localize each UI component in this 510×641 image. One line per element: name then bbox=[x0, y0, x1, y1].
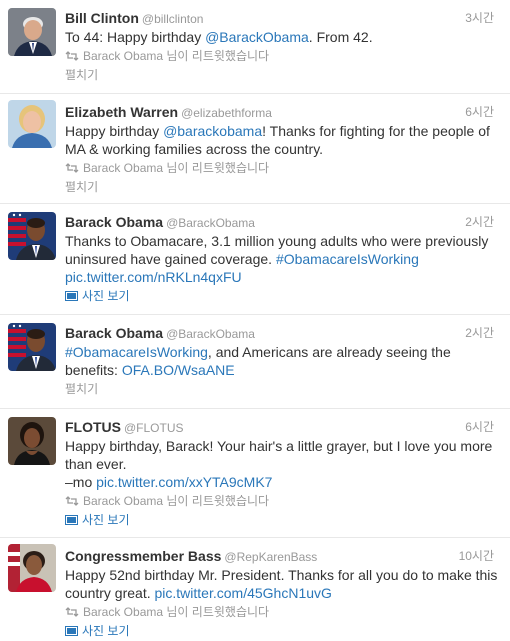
tweet-text: Happy 52nd birthday Mr. President. Thank… bbox=[65, 566, 500, 602]
author-handle[interactable]: @FLOTUS bbox=[124, 421, 184, 435]
author-handle[interactable]: @BarackObama bbox=[166, 216, 255, 230]
tweet-item[interactable]: FLOTUS @FLOTUS 6시간 Happy birthday, Barack… bbox=[0, 409, 510, 538]
barack-obama-portrait-icon bbox=[8, 323, 56, 371]
author-name[interactable]: Barack Obama bbox=[65, 214, 163, 230]
retweet-icon bbox=[65, 607, 79, 617]
view-photo-label: 사진 보기 bbox=[82, 624, 130, 638]
expand-link[interactable]: 펼치기 bbox=[65, 66, 500, 84]
timestamp[interactable]: 2시간 bbox=[465, 214, 494, 231]
hashtag-link[interactable]: #ObamacareIsWorking bbox=[65, 344, 208, 360]
avatar[interactable] bbox=[8, 8, 56, 56]
avatar[interactable] bbox=[8, 212, 56, 260]
view-photo-label: 사진 보기 bbox=[82, 513, 130, 527]
tweet-text: To 44: Happy birthday @BarackObama. From… bbox=[65, 28, 500, 46]
timestamp[interactable]: 10시간 bbox=[459, 548, 494, 565]
author-name[interactable]: Bill Clinton bbox=[65, 10, 139, 26]
retweet-label: Barack Obama 님이 리트윗했습니다 bbox=[83, 605, 270, 619]
michelle-obama-portrait-icon bbox=[8, 417, 56, 465]
tweet-text: Happy birthday @barackobama! Thanks for … bbox=[65, 122, 500, 158]
pic-link[interactable]: pic.twitter.com/xxYTA9cMK7 bbox=[96, 474, 272, 490]
author-name[interactable]: FLOTUS bbox=[65, 419, 121, 435]
retweet-context: Barack Obama 님이 리트윗했습니다 bbox=[65, 159, 500, 177]
timestamp[interactable]: 6시간 bbox=[465, 104, 494, 121]
view-photo-link[interactable]: 사진 보기 bbox=[65, 622, 500, 640]
tweet-item[interactable]: Barack Obama @BarackObama 2시간 #ObamacareI… bbox=[0, 315, 510, 409]
text-segment: –mo bbox=[65, 474, 97, 490]
expand-link[interactable]: 펼치기 bbox=[65, 380, 500, 398]
hashtag-link[interactable]: #ObamacareIsWorking bbox=[276, 251, 419, 267]
view-photo-label: 사진 보기 bbox=[82, 289, 130, 303]
avatar[interactable] bbox=[8, 417, 56, 465]
avatar[interactable] bbox=[8, 323, 56, 371]
avatar[interactable] bbox=[8, 544, 56, 592]
retweet-icon bbox=[65, 51, 79, 61]
tweet-item[interactable]: Bill Clinton @billclinton 3시간 To 44: Happ… bbox=[0, 0, 510, 94]
author-handle[interactable]: @elizabethforma bbox=[181, 106, 272, 120]
retweet-label: Barack Obama 님이 리트윗했습니다 bbox=[83, 161, 270, 175]
avatar[interactable] bbox=[8, 100, 56, 148]
photo-icon bbox=[65, 626, 78, 636]
author-name[interactable]: Barack Obama bbox=[65, 325, 163, 341]
pic-link[interactable]: pic.twitter.com/nRKLn4qxFU bbox=[65, 269, 242, 285]
author-handle[interactable]: @RepKarenBass bbox=[224, 550, 317, 564]
bill-clinton-portrait-icon bbox=[8, 8, 56, 56]
photo-icon bbox=[65, 291, 78, 301]
tweet-item[interactable]: Elizabeth Warren @elizabethforma 6시간 Happ… bbox=[0, 94, 510, 204]
photo-icon bbox=[65, 515, 78, 525]
tweet-item[interactable]: Congressmember Bass @RepKarenBass 10시간 Ha… bbox=[0, 538, 510, 641]
tweet-text: Thanks to Obamacare, 3.1 million young a… bbox=[65, 232, 500, 286]
retweet-label: Barack Obama 님이 리트윗했습니다 bbox=[83, 494, 270, 508]
text-segment: To 44: Happy birthday bbox=[65, 29, 206, 45]
retweet-icon bbox=[65, 163, 79, 173]
author-handle[interactable]: @billclinton bbox=[142, 12, 204, 26]
retweet-context: Barack Obama 님이 리트윗했습니다 bbox=[65, 492, 500, 510]
text-segment: . From 42. bbox=[308, 29, 373, 45]
tweet-timeline: Bill Clinton @billclinton 3시간 To 44: Happ… bbox=[0, 0, 510, 641]
timestamp[interactable]: 6시간 bbox=[465, 419, 494, 436]
tweet-item[interactable]: Barack Obama @BarackObama 2시간 Thanks to O… bbox=[0, 204, 510, 315]
timestamp[interactable]: 3시간 bbox=[465, 10, 494, 27]
retweet-icon bbox=[65, 496, 79, 506]
view-photo-link[interactable]: 사진 보기 bbox=[65, 511, 500, 529]
text-segment: Happy birthday bbox=[65, 123, 164, 139]
timestamp[interactable]: 2시간 bbox=[465, 325, 494, 342]
barack-obama-portrait-icon bbox=[8, 212, 56, 260]
retweet-context: Barack Obama 님이 리트윗했습니다 bbox=[65, 603, 500, 621]
text-segment: Happy birthday, Barack! Your hair's a li… bbox=[65, 438, 493, 472]
mention-link[interactable]: @BarackObama bbox=[205, 29, 309, 45]
expand-link[interactable]: 펼치기 bbox=[65, 178, 500, 196]
tweet-text: Happy birthday, Barack! Your hair's a li… bbox=[65, 437, 500, 491]
author-name[interactable]: Congressmember Bass bbox=[65, 548, 221, 564]
pic-link[interactable]: pic.twitter.com/45GhcN1uvG bbox=[155, 585, 332, 601]
view-photo-link[interactable]: 사진 보기 bbox=[65, 287, 500, 305]
tweet-text: #ObamacareIsWorking, and Americans are a… bbox=[65, 343, 500, 379]
author-name[interactable]: Elizabeth Warren bbox=[65, 104, 178, 120]
mention-link[interactable]: @barackobama bbox=[163, 123, 262, 139]
karen-bass-portrait-icon bbox=[8, 544, 56, 592]
author-handle[interactable]: @BarackObama bbox=[166, 327, 255, 341]
retweet-context: Barack Obama 님이 리트윗했습니다 bbox=[65, 47, 500, 65]
url-link[interactable]: OFA.BO/WsaANE bbox=[122, 362, 235, 378]
retweet-label: Barack Obama 님이 리트윗했습니다 bbox=[83, 49, 270, 63]
elizabeth-warren-portrait-icon bbox=[8, 100, 56, 148]
